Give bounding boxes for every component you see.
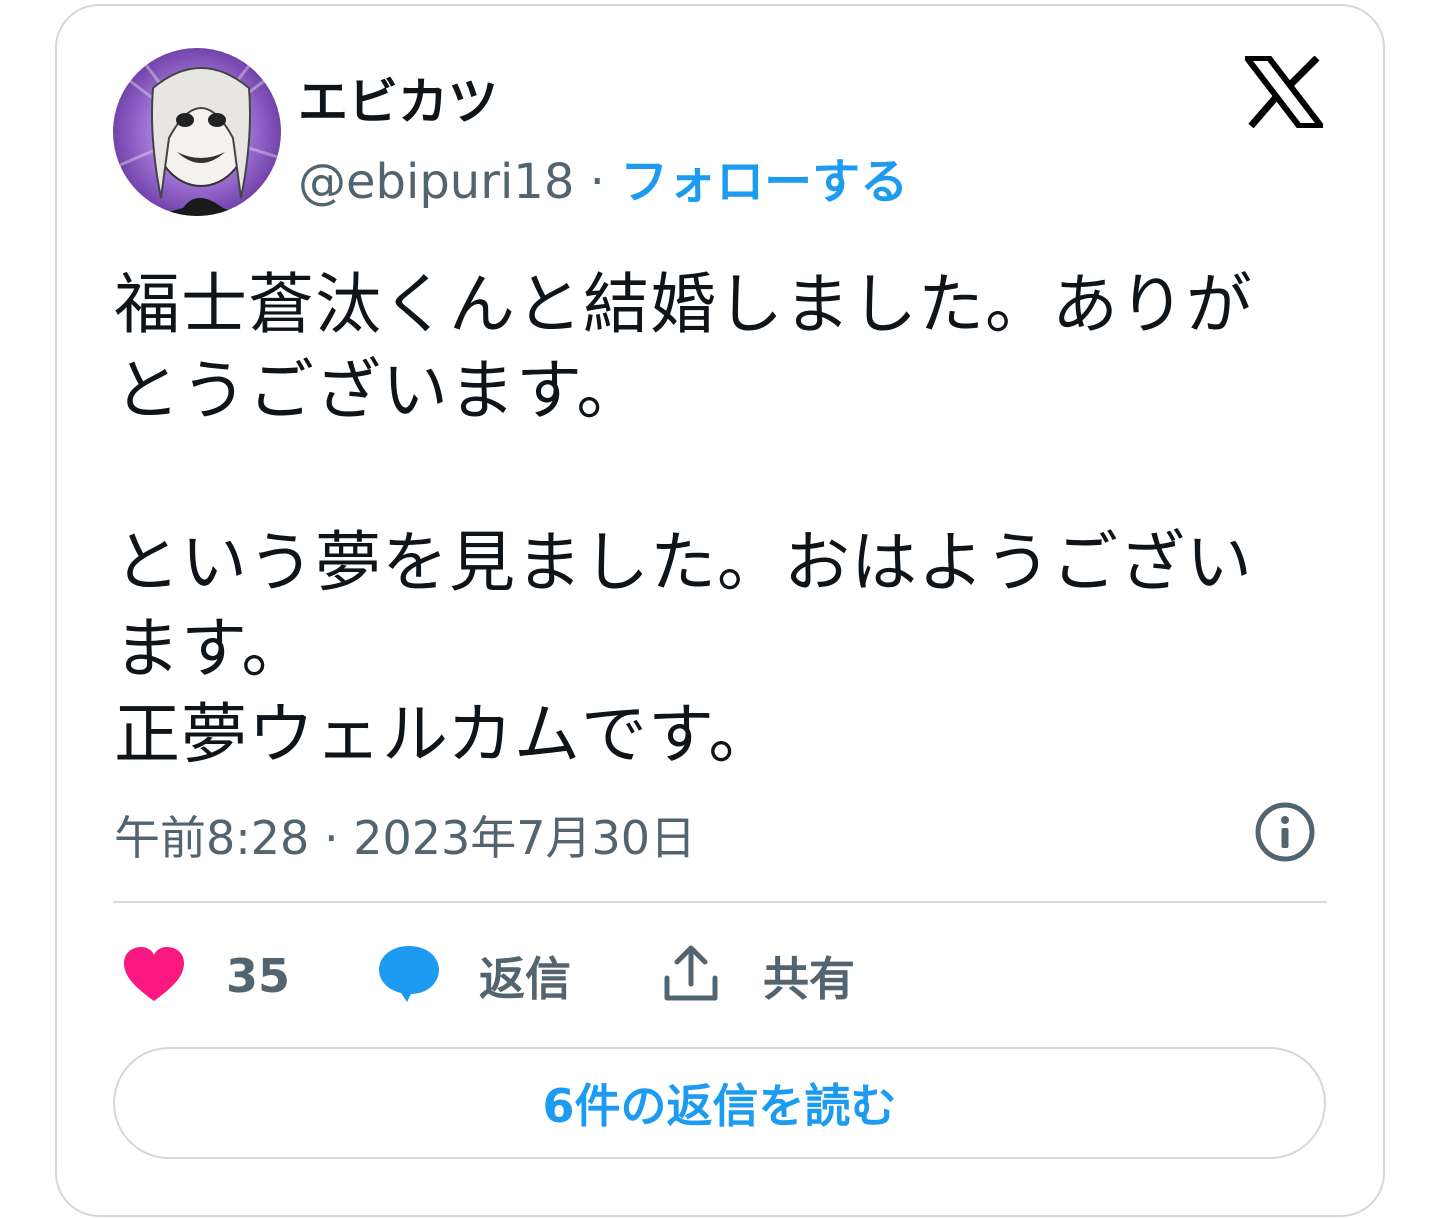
timestamp-separator: · — [323, 811, 339, 865]
avatar[interactable] — [113, 48, 281, 216]
tweet-line: 正夢ウェルカムです。 — [114, 696, 776, 773]
info-icon[interactable] — [1254, 801, 1316, 863]
tweet-line: 福士蒼汰くんと結婚しました。ありが — [114, 266, 1253, 343]
tweet-date: 2023年7月30日 — [353, 811, 697, 865]
read-replies-button[interactable]: 6件の返信を読む — [113, 1047, 1326, 1159]
follow-button[interactable]: フォローする — [620, 154, 908, 210]
share-label: 共有 — [763, 952, 855, 1006]
reply-button[interactable]: 返信 — [377, 944, 571, 1008]
divider — [113, 901, 1327, 903]
share-icon — [663, 944, 719, 1008]
display-name[interactable]: エビカツ — [298, 62, 498, 134]
tweet-time: 午前8:28 — [114, 811, 310, 865]
tweet-line: ます。 — [114, 610, 309, 687]
tweet-line: とうございます。 — [114, 352, 644, 429]
x-logo-icon[interactable] — [1240, 55, 1328, 129]
tweet-timestamp[interactable]: 午前8:28 · 2023年7月30日 — [114, 802, 696, 868]
like-count: 35 — [226, 949, 291, 1003]
heart-icon — [122, 945, 186, 1007]
handle-row: @ebipuri18 · フォローする — [298, 142, 908, 212]
tweet-line: という夢を見ました。おはようござい — [114, 524, 1253, 601]
reply-label: 返信 — [479, 952, 571, 1006]
read-replies-label: 6件の返信を読む — [542, 1079, 897, 1133]
separator-dot: · — [589, 154, 605, 210]
comment-icon — [377, 944, 441, 1008]
user-handle[interactable]: @ebipuri18 — [298, 154, 574, 210]
share-button[interactable]: 共有 — [663, 944, 855, 1008]
tweet-text: 福士蒼汰くんと結婚しました。ありが とうございます。 という夢を見ました。おはよ… — [114, 262, 1334, 778]
like-button[interactable]: 35 — [122, 944, 290, 1008]
